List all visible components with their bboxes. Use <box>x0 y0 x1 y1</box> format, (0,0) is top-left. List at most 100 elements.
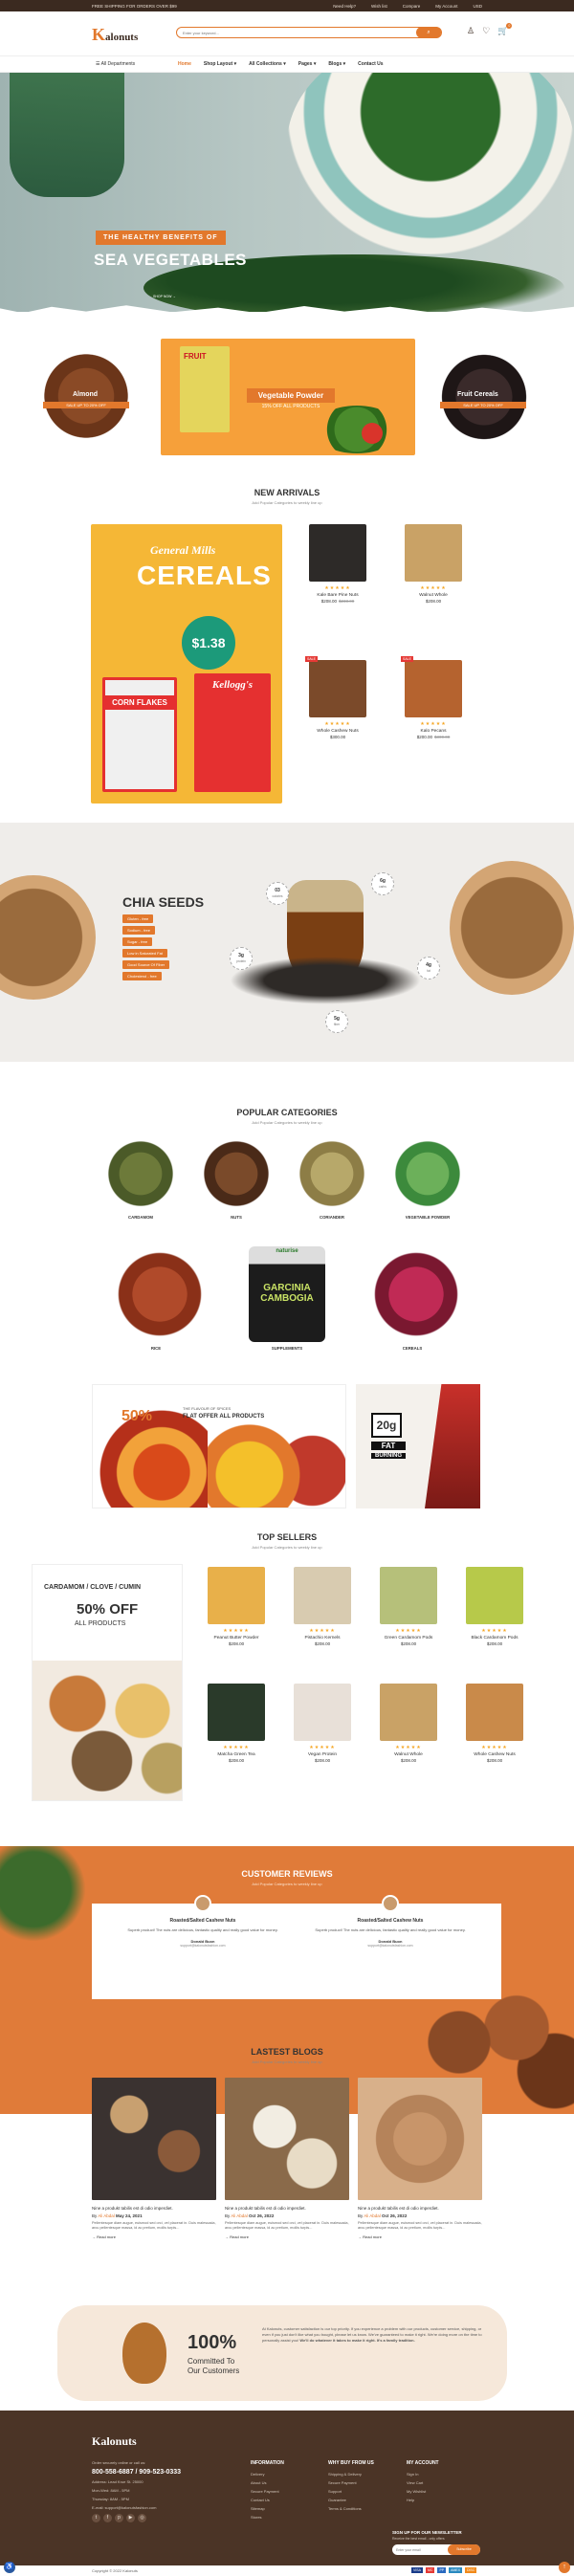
read-more-link[interactable]: → Read more <box>358 2235 482 2239</box>
product-card[interactable]: SALE ★★★★★ Kalo Pecans $200.00 $300.00 <box>387 656 479 739</box>
product-name[interactable]: Whole Cashew Nuts <box>449 1752 541 1757</box>
currency-select[interactable]: USD <box>473 4 482 9</box>
accessibility-icon[interactable]: ♿ <box>4 2562 15 2573</box>
nav-shop-layout[interactable]: Shop Layout ▾ <box>204 61 236 67</box>
cardamom-promo[interactable]: CARDAMOM / CLOVE / CUMIN 50% OFF ALL PRO… <box>32 1564 183 1801</box>
read-more-link[interactable]: → Read more <box>92 2235 216 2239</box>
footer-link[interactable]: Sitemap <box>251 2506 284 2511</box>
nav-blogs[interactable]: Blogs ▾ <box>328 61 345 67</box>
search-button[interactable]: ⌕ <box>416 27 441 38</box>
product-card[interactable]: ★★★★★ Vegan Protein $208.00 <box>276 1684 368 1763</box>
footer-link[interactable]: Support <box>328 2489 374 2494</box>
fat-burning-banner[interactable]: 20g FAT BURNING <box>356 1384 480 1508</box>
category-label: VEGETABLE POWDER <box>405 1215 451 1220</box>
footer-link[interactable]: Terms & Conditions <box>328 2506 374 2511</box>
footer-link[interactable]: Sign In <box>407 2472 439 2477</box>
all-departments-button[interactable]: ☰ All Departments <box>96 61 135 67</box>
newsletter-email-input[interactable] <box>396 2544 453 2555</box>
product-card[interactable]: ★★★★★ Black Cardamom Pods $208.00 <box>449 1567 541 1646</box>
product-name[interactable]: Kale Bare Pine Nuts <box>292 593 384 598</box>
twitter-icon[interactable]: t <box>92 2514 100 2522</box>
footer-link[interactable]: Guarantee <box>328 2498 374 2502</box>
footer-logo[interactable]: Kalonuts <box>92 2434 137 2449</box>
almond-banner[interactable]: Almond SALE UP TO 20% OFF <box>29 339 144 455</box>
blog-title[interactable]: Nine a produkt tabilis est di odio imper… <box>358 2206 482 2211</box>
footer-link[interactable]: View Cart <box>407 2480 439 2485</box>
my-account-link[interactable]: My Account <box>435 4 457 9</box>
sale-badge: SALE <box>305 656 318 662</box>
product-card[interactable]: ★★★★★ Matcha Green Tea $208.00 <box>190 1684 282 1763</box>
cereals-promo[interactable]: General Mills CEREALS $1.38 CORN FLAKES … <box>91 524 282 804</box>
user-icon[interactable]: ♙ <box>467 26 475 36</box>
nav-pages[interactable]: Pages ▾ <box>298 61 317 67</box>
need-help-link[interactable]: Need Help? <box>333 4 356 9</box>
product-name[interactable]: Matcha Green Tea <box>190 1752 282 1757</box>
section-title: TOP SELLERS <box>256 1532 318 1542</box>
blog-date: May 24, 2021 <box>116 2213 143 2218</box>
footer-link[interactable]: About Us <box>251 2480 284 2485</box>
product-card[interactable]: ★★★★★ Kale Bare Pine Nuts $208.00 $233.00 <box>292 524 384 604</box>
cart-icon[interactable]: 🛒 0 <box>497 23 513 36</box>
nav-home[interactable]: Home <box>178 61 191 67</box>
blog-title[interactable]: Nine a produkt tabilis est di odio imper… <box>225 2206 349 2211</box>
spices-promo-banner[interactable]: 50% THE FLAVOUR OF SPICES FLAT OFFER ALL… <box>92 1384 346 1508</box>
product-name[interactable]: Kalo Pecans <box>387 729 479 734</box>
product-name[interactable]: Vegan Protein <box>276 1752 368 1757</box>
footer-link[interactable]: My Wishlist <box>407 2489 439 2494</box>
product-name[interactable]: Whole Cashew Nuts <box>292 729 384 734</box>
category-image <box>199 1136 274 1211</box>
footer-link[interactable]: Contact Us <box>251 2498 284 2502</box>
blog-card[interactable]: Nine a produkt tabilis est di odio imper… <box>92 2078 216 2239</box>
product-name[interactable]: Pistachio Kernels <box>276 1636 368 1640</box>
footer-link[interactable]: Secure Payment <box>251 2489 284 2494</box>
footer-link[interactable]: Shipping & Delivery <box>328 2472 374 2477</box>
product-card[interactable]: ★★★★★ Green Cardamom Pods $208.00 <box>363 1567 454 1646</box>
product-name[interactable]: Black Cardamom Pods <box>449 1636 541 1640</box>
pinterest-icon[interactable]: p <box>115 2514 123 2522</box>
category-supplements[interactable]: naturise GARCINIA CAMBOGIA SUPPLEMENTS <box>243 1246 331 1351</box>
product-card[interactable]: ★★★★★ Walnut Whole $208.00 <box>363 1684 454 1763</box>
blog-title[interactable]: Nine a produkt tabilis est di odio imper… <box>92 2206 216 2211</box>
category-cardamom[interactable]: CARDAMOM <box>97 1136 185 1220</box>
category-rice[interactable]: RICE <box>112 1246 208 1351</box>
product-name[interactable]: Walnut Whole <box>363 1752 454 1757</box>
fruit-cereals-banner[interactable]: Fruit Cereals SALE UP TO 20% OFF <box>423 339 543 455</box>
instagram-icon[interactable]: ◎ <box>138 2514 146 2522</box>
subscribe-button[interactable]: Subscribe <box>448 2544 480 2555</box>
footer-link[interactable]: Stores <box>251 2515 284 2520</box>
category-nuts[interactable]: NUTS <box>192 1136 280 1220</box>
category-cereals[interactable]: CEREALS <box>368 1246 464 1351</box>
blog-card[interactable]: Nine a produkt tabilis est di odio imper… <box>225 2078 349 2239</box>
product-name[interactable]: Peanut Butter Powder <box>190 1636 282 1640</box>
product-card[interactable]: ★★★★★ Whole Cashew Nuts $208.00 <box>449 1684 541 1763</box>
product-card[interactable]: ★★★★★ Peanut Butter Powder $208.00 <box>190 1567 282 1646</box>
facebook-icon[interactable]: f <box>103 2514 112 2522</box>
blog-excerpt: Pellentesque diam augue, euismod sed orc… <box>358 2221 482 2230</box>
wishlist-link[interactable]: Wish list <box>371 4 387 9</box>
hero-bowl-image <box>287 73 574 254</box>
product-name[interactable]: Walnut Whole <box>387 593 479 598</box>
nav-contact[interactable]: Contact Us <box>358 61 383 67</box>
green-powder-image <box>314 406 400 453</box>
product-card[interactable]: ★★★★★ Walnut Whole $208.00 <box>387 524 479 604</box>
youtube-icon[interactable]: ▶ <box>126 2514 135 2522</box>
blog-card[interactable]: Nine a produkt tabilis est di odio imper… <box>358 2078 482 2239</box>
category-vegetable-powder[interactable]: VEGETABLE POWDER <box>384 1136 472 1220</box>
scroll-top-icon[interactable]: ↑ <box>559 2562 570 2573</box>
product-card[interactable]: SALE ★★★★★ Whole Cashew Nuts $300.00 <box>292 656 384 739</box>
read-more-link[interactable]: → Read more <box>225 2235 349 2239</box>
site-logo[interactable]: Kalonuts <box>92 25 138 45</box>
vegetable-powder-banner[interactable]: FRUIT Vegetable Powder 15% OFF ALL PRODU… <box>161 339 415 455</box>
product-card[interactable]: ★★★★★ Pistachio Kernels $208.00 <box>276 1567 368 1646</box>
footer-link[interactable]: Delivery <box>251 2472 284 2477</box>
footer-link[interactable]: Help <box>407 2498 439 2502</box>
nav-all-collections[interactable]: All Collections ▾ <box>249 61 286 67</box>
heart-icon[interactable]: ♡ <box>482 26 490 36</box>
hero-cta[interactable]: SHOP NOW → <box>153 295 176 298</box>
product-name[interactable]: Green Cardamom Pods <box>363 1636 454 1640</box>
review-text: Superb product! The nuts are delicious, … <box>315 1927 466 1932</box>
footer-link[interactable]: Secure Payment <box>328 2480 374 2485</box>
category-coriander[interactable]: CORIANDER <box>288 1136 376 1220</box>
search-input[interactable] <box>183 28 374 37</box>
compare-link[interactable]: Compare <box>403 4 421 9</box>
